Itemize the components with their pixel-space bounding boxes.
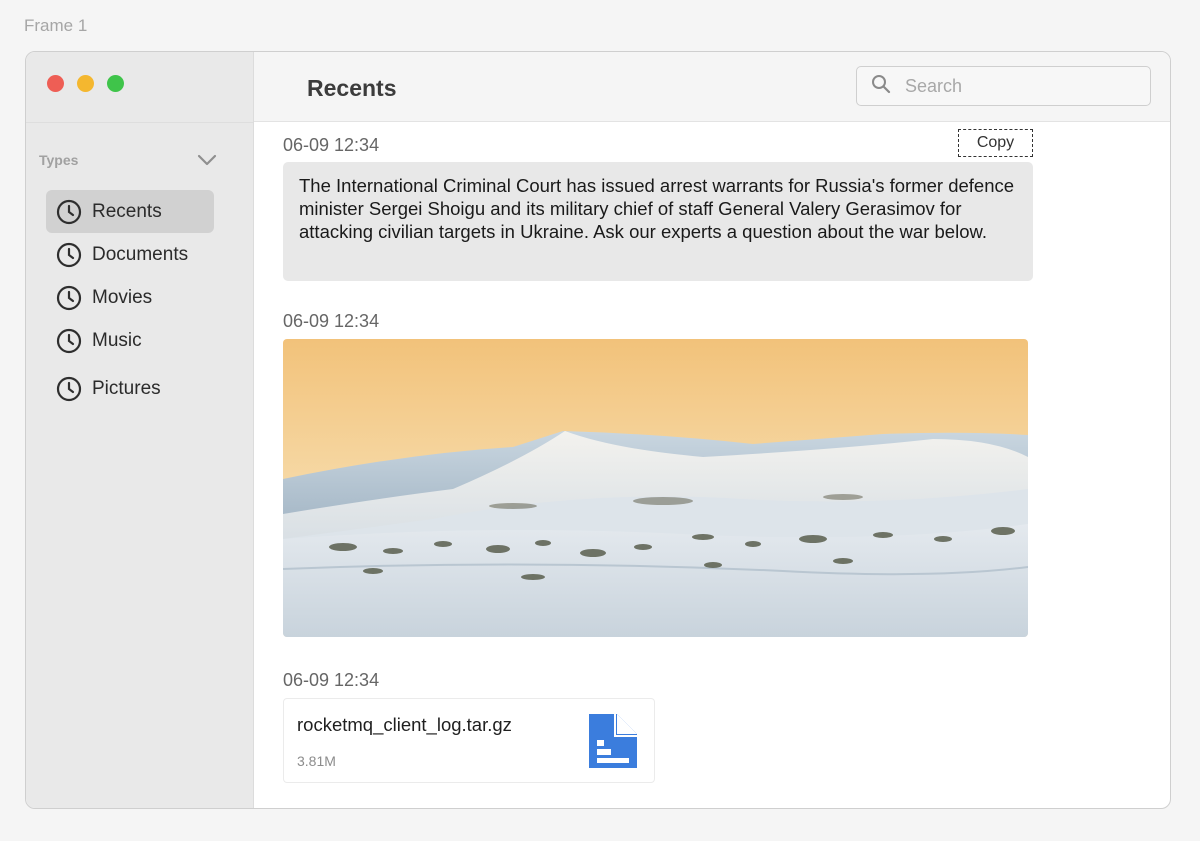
sidebar-item-label: Recents: [92, 200, 162, 222]
types-group-header[interactable]: Types: [39, 152, 217, 168]
sidebar-item-label: Movies: [92, 286, 153, 308]
sidebar-divider: [26, 122, 253, 123]
toolbar: Recents: [254, 52, 1170, 122]
message-timestamp: 06-09 12:34: [283, 311, 380, 331]
file-size: 3.81M: [297, 753, 336, 769]
clock-icon: [56, 376, 82, 402]
sidebar-item-music[interactable]: Music: [46, 319, 214, 362]
document-icon: [589, 714, 637, 768]
message-timestamp: 06-09 12:34: [283, 135, 380, 155]
app-window: Types Recents Documents Movies Music Pic…: [25, 51, 1171, 809]
file-name: rocketmq_client_log.tar.gz: [297, 714, 512, 735]
search-icon: [871, 74, 891, 99]
message-timestamp: 06-09 12:34: [283, 670, 380, 690]
text-message-bubble[interactable]: The International Criminal Court has iss…: [283, 162, 1033, 281]
zoom-window-button[interactable]: [107, 75, 124, 92]
sidebar-item-label: Pictures: [92, 377, 161, 399]
image-message[interactable]: [283, 339, 1028, 637]
sidebar-item-recents[interactable]: Recents: [46, 190, 214, 233]
clock-icon: [56, 285, 82, 311]
search-input[interactable]: [905, 75, 1125, 97]
minimize-window-button[interactable]: [77, 75, 94, 92]
sidebar: Types Recents Documents Movies Music Pic…: [26, 52, 254, 808]
clock-icon: [56, 328, 82, 354]
sidebar-item-label: Music: [92, 329, 142, 351]
frame-label: Frame 1: [24, 16, 88, 35]
page-title: Recents: [307, 75, 397, 101]
types-group-title: Types: [39, 152, 79, 168]
window-controls: [47, 75, 124, 92]
clock-icon: [56, 199, 82, 225]
copy-button[interactable]: Copy: [958, 129, 1033, 157]
message-list: 06-09 12:34 Copy The International Crimi…: [254, 122, 1170, 808]
search-box[interactable]: [856, 66, 1151, 106]
close-window-button[interactable]: [47, 75, 64, 92]
sidebar-item-pictures[interactable]: Pictures: [46, 367, 214, 410]
sidebar-item-documents[interactable]: Documents: [46, 233, 214, 276]
sidebar-item-label: Documents: [92, 243, 189, 265]
file-message-card[interactable]: rocketmq_client_log.tar.gz 3.81M: [283, 698, 655, 783]
sidebar-item-movies[interactable]: Movies: [46, 276, 214, 319]
clock-icon: [56, 242, 82, 268]
chevron-down-icon[interactable]: [197, 154, 217, 166]
